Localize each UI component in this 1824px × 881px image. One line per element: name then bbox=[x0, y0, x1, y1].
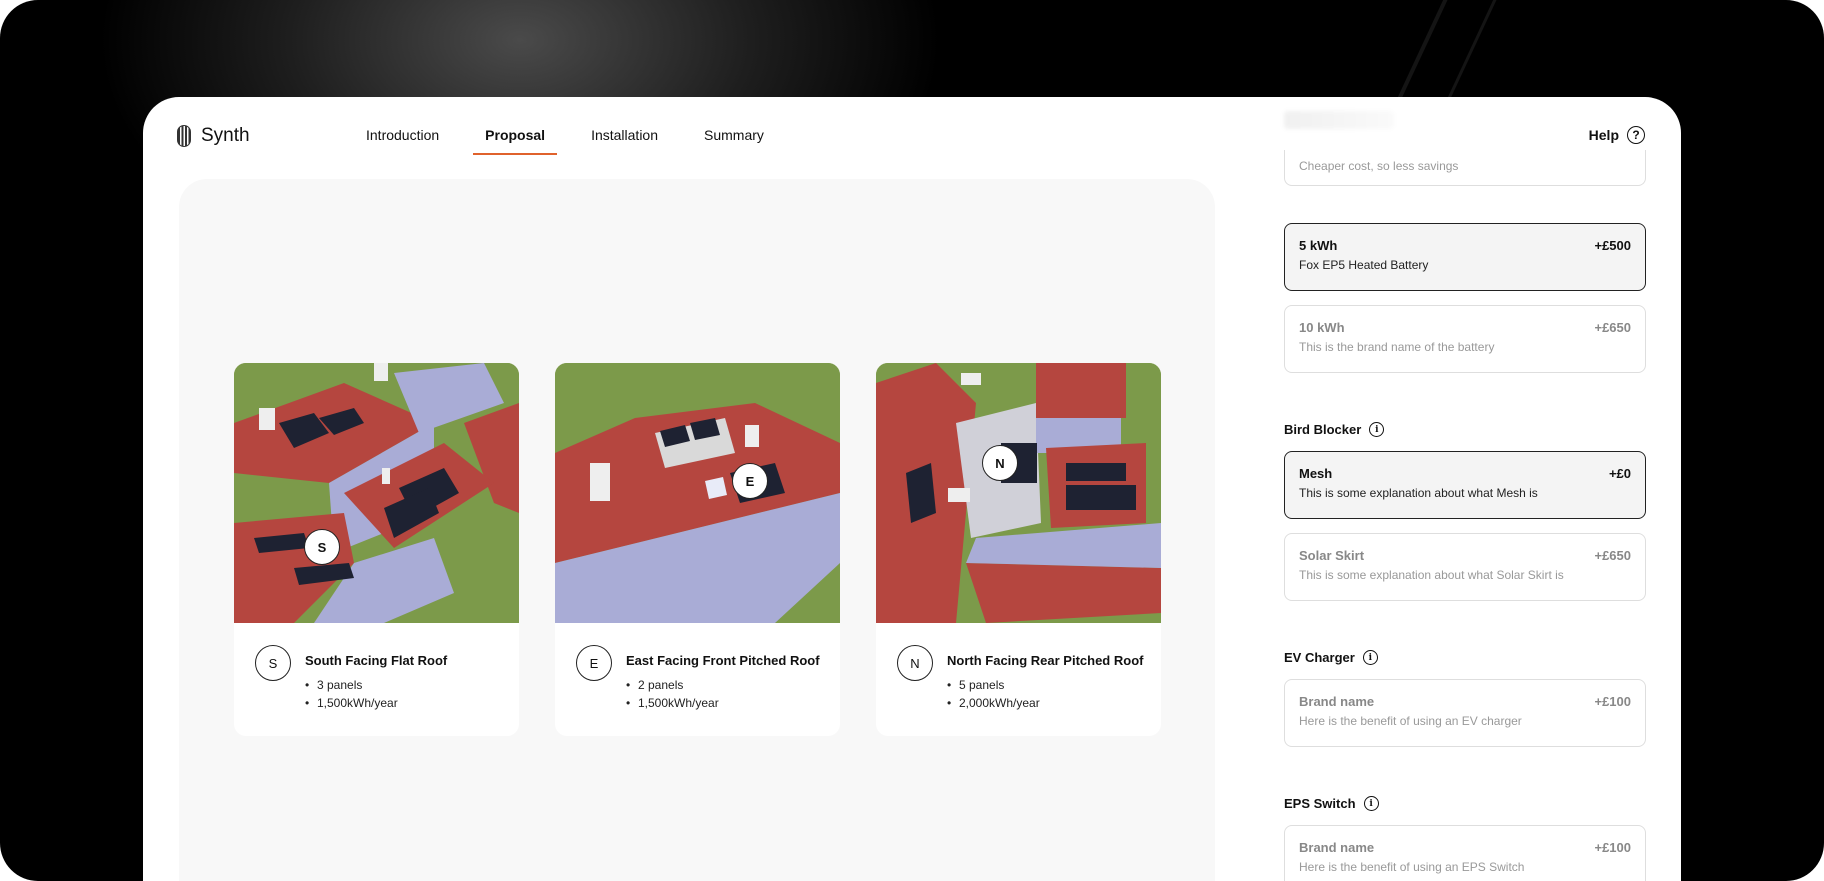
bird-blocker-option-solar-skirt[interactable]: Solar Skirt This is some explanation abo… bbox=[1284, 533, 1646, 601]
roof-card-north[interactable]: N N North Facing Rear Pitched Roof 5 pan… bbox=[876, 363, 1161, 736]
roof-detail-output: 1,500kWh/year bbox=[626, 694, 820, 712]
battery-option-partial[interactable]: Cheaper cost, so less savings bbox=[1284, 150, 1646, 186]
bird-blocker-option-mesh[interactable]: Mesh This is some explanation about what… bbox=[1284, 451, 1646, 519]
nav-installation[interactable]: Installation bbox=[591, 117, 658, 153]
roof-detail-panels: 2 panels bbox=[626, 676, 820, 694]
option-price: +£650 bbox=[1594, 320, 1631, 335]
roof-title: South Facing Flat Roof bbox=[305, 653, 448, 668]
option-desc: Cheaper cost, so less savings bbox=[1299, 159, 1459, 173]
option-desc: This is some explanation about what Sola… bbox=[1299, 568, 1564, 582]
options-sidebar: Cheaper cost, so less savings 5 kWh Fox … bbox=[1284, 97, 1648, 881]
section-title: EPS Switch bbox=[1284, 796, 1356, 811]
ev-charger-option[interactable]: Brand name Here is the benefit of using … bbox=[1284, 679, 1646, 747]
roof-details: 2 panels 1,500kWh/year bbox=[626, 676, 820, 712]
nav-introduction[interactable]: Introduction bbox=[366, 117, 439, 153]
option-price: +£100 bbox=[1594, 694, 1631, 709]
option-title: 5 kWh bbox=[1299, 238, 1338, 253]
roof-card-body: E East Facing Front Pitched Roof 2 panel… bbox=[576, 645, 830, 712]
eps-switch-option[interactable]: Brand name Here is the benefit of using … bbox=[1284, 825, 1646, 881]
roof-image-east: E bbox=[555, 363, 840, 623]
option-title: Brand name bbox=[1299, 694, 1375, 709]
roof-detail-output: 2,000kWh/year bbox=[947, 694, 1143, 712]
eps-switch-heading: EPS Switch i bbox=[1284, 796, 1379, 811]
option-desc: This is the brand name of the battery bbox=[1299, 340, 1495, 354]
roof-detail-panels: 5 panels bbox=[947, 676, 1143, 694]
roof-card-body: N North Facing Rear Pitched Roof 5 panel… bbox=[897, 645, 1151, 712]
fingerprint-logo-icon bbox=[177, 125, 191, 147]
battery-option-10kwh[interactable]: 10 kWh This is the brand name of the bat… bbox=[1284, 305, 1646, 373]
section-title: EV Charger bbox=[1284, 650, 1355, 665]
info-circle-icon[interactable]: i bbox=[1369, 422, 1385, 437]
option-title: Solar Skirt bbox=[1299, 548, 1365, 563]
brand-name: Synth bbox=[201, 125, 250, 146]
bird-blocker-heading: Bird Blocker i bbox=[1284, 422, 1385, 437]
roof-pin-east[interactable]: E bbox=[732, 463, 768, 499]
roof-detail-panels: 3 panels bbox=[305, 676, 447, 694]
roof-image-north: N bbox=[876, 363, 1161, 623]
ev-charger-heading: EV Charger i bbox=[1284, 650, 1378, 665]
app-panel: Synth Introduction Proposal Installation… bbox=[143, 97, 1681, 881]
option-title: Mesh bbox=[1299, 466, 1333, 481]
nav-proposal[interactable]: Proposal bbox=[473, 117, 557, 155]
roof-stage: S S South Facing Flat Roof 3 panels 1,50… bbox=[179, 179, 1215, 881]
roof-pin-north[interactable]: N bbox=[982, 445, 1018, 481]
nav-summary[interactable]: Summary bbox=[704, 117, 764, 153]
roof-detail-output: 1,500kWh/year bbox=[305, 694, 447, 712]
option-desc: Here is the benefit of using an EPS Swit… bbox=[1299, 860, 1525, 874]
option-desc: This is some explanation about what Mesh… bbox=[1299, 486, 1538, 500]
roof-title: North Facing Rear Pitched Roof bbox=[947, 653, 1144, 668]
roof-cards: S S South Facing Flat Roof 3 panels 1,50… bbox=[234, 363, 1161, 736]
roof-details: 5 panels 2,000kWh/year bbox=[947, 676, 1143, 712]
option-price: +£100 bbox=[1594, 840, 1631, 855]
info-circle-icon[interactable]: i bbox=[1363, 796, 1379, 811]
roof-card-body: S South Facing Flat Roof 3 panels 1,500k… bbox=[255, 645, 509, 712]
info-circle-icon[interactable]: i bbox=[1362, 650, 1378, 665]
direction-badge: E bbox=[576, 645, 612, 681]
direction-badge: N bbox=[897, 645, 933, 681]
option-desc: Here is the benefit of using an EV charg… bbox=[1299, 714, 1522, 728]
backdrop: Synth Introduction Proposal Installation… bbox=[0, 0, 1824, 881]
faded-section-heading bbox=[1284, 111, 1394, 129]
option-price: +£0 bbox=[1608, 466, 1631, 481]
main-nav: Introduction Proposal Installation Summa… bbox=[343, 117, 787, 155]
direction-badge: S bbox=[255, 645, 291, 681]
roof-image-south: S bbox=[234, 363, 519, 623]
section-title: Bird Blocker bbox=[1284, 422, 1362, 437]
roof-pin-south[interactable]: S bbox=[304, 529, 340, 565]
option-title: Brand name bbox=[1299, 840, 1375, 855]
roof-card-south[interactable]: S S South Facing Flat Roof 3 panels 1,50… bbox=[234, 363, 519, 736]
brand[interactable]: Synth bbox=[177, 125, 250, 147]
option-desc: Fox EP5 Heated Battery bbox=[1299, 258, 1429, 272]
battery-option-5kwh[interactable]: 5 kWh Fox EP5 Heated Battery +£500 bbox=[1284, 223, 1646, 291]
roof-title: East Facing Front Pitched Roof bbox=[626, 653, 820, 668]
roof-card-east[interactable]: E E East Facing Front Pitched Roof 2 pan… bbox=[555, 363, 840, 736]
option-title: 10 kWh bbox=[1299, 320, 1345, 335]
option-price: +£650 bbox=[1594, 548, 1631, 563]
option-price: +£500 bbox=[1594, 238, 1631, 253]
roof-details: 3 panels 1,500kWh/year bbox=[305, 676, 447, 712]
